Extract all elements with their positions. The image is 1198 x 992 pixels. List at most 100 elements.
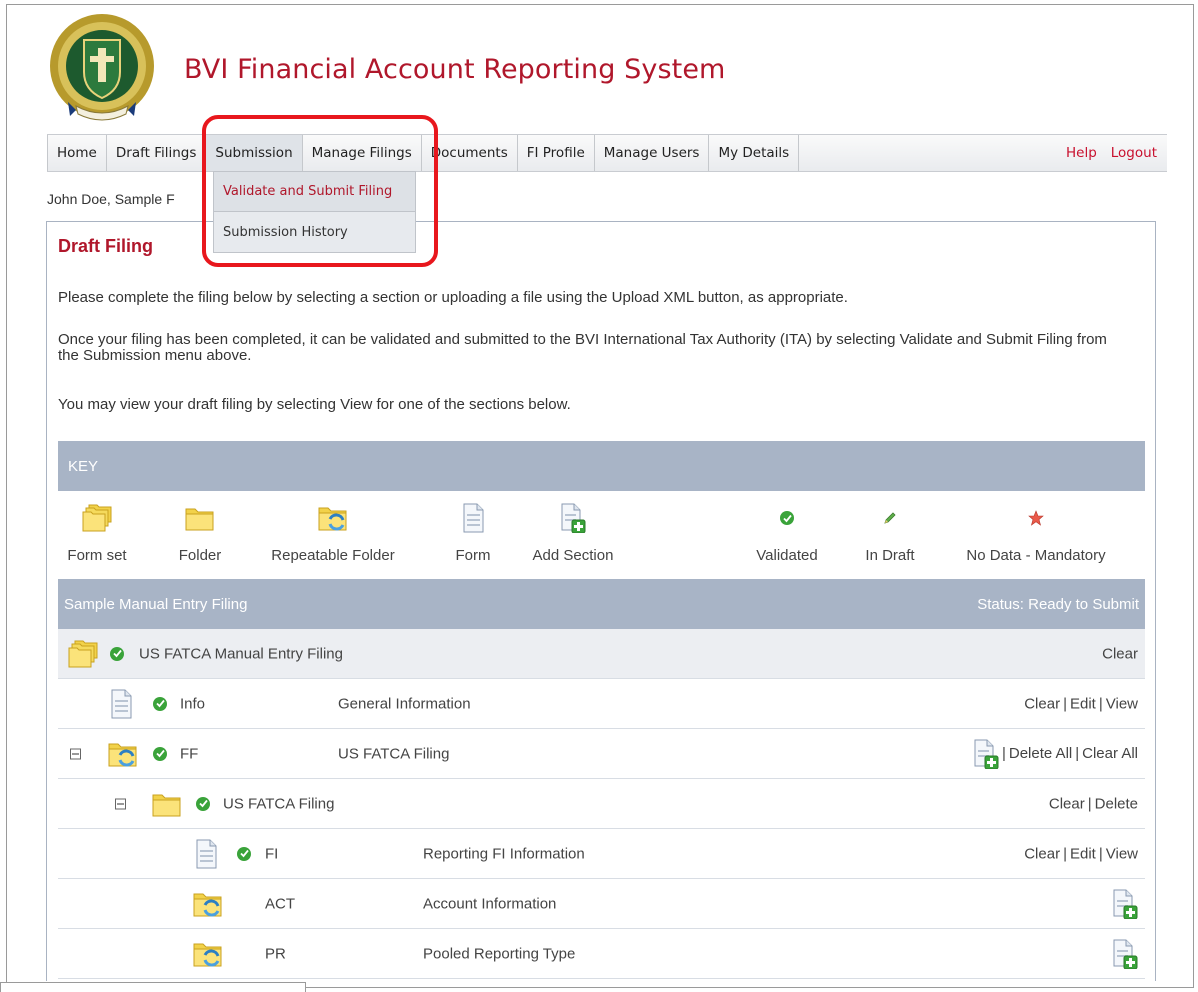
form-icon (109, 689, 133, 719)
tree-node-code[interactable]: Info (180, 695, 205, 712)
add-section-icon[interactable] (1112, 939, 1138, 969)
menu-submission-history[interactable]: Submission History (214, 212, 415, 252)
tree-row: ACT Account Information (58, 879, 1145, 929)
separator: | (1087, 795, 1092, 812)
tree-node-code[interactable]: PR (265, 945, 286, 962)
nav-submission[interactable]: Submission (206, 135, 303, 171)
submission-dropdown: Validate and Submit Filing Submission Hi… (213, 171, 416, 253)
folder-icon (150, 789, 184, 819)
tree-node-description: Pooled Reporting Type (423, 945, 576, 962)
help-link[interactable]: Help (1066, 145, 1097, 161)
separator: | (1098, 695, 1103, 712)
nav-documents[interactable]: Documents (422, 135, 518, 171)
separator: | (1075, 745, 1080, 762)
repeatable-folder-icon (316, 503, 350, 533)
add-section-icon[interactable] (973, 739, 999, 769)
view-link[interactable]: View (1106, 695, 1138, 712)
main-nav: Home Draft Filings Submission Manage Fil… (47, 134, 1167, 172)
tree-row: US FATCA Filing Clear | Delete (58, 779, 1145, 829)
clear-all-link[interactable]: Clear All (1082, 745, 1138, 762)
view-link[interactable]: View (1106, 845, 1138, 862)
key-label: Repeatable Folder (271, 547, 395, 564)
key-header: KEY (58, 441, 1145, 491)
tree-node-code[interactable]: ACT (265, 895, 295, 912)
key-legend: Form set Folder Repeatable Folder Form A… (58, 491, 1145, 579)
logout-link[interactable]: Logout (1111, 145, 1157, 161)
row-actions: Clear (1102, 645, 1138, 662)
clear-link[interactable]: Clear (1049, 795, 1085, 812)
key-add-section: Add Section (518, 491, 628, 579)
filing-status: Status: Ready to Submit (977, 595, 1139, 613)
tree-node-code[interactable]: FF (180, 745, 198, 762)
user-greeting: John Doe, Sample F (47, 191, 175, 207)
nav-draft-filings[interactable]: Draft Filings (107, 135, 207, 171)
nav-right-links: Help Logout (1066, 135, 1167, 171)
clear-link[interactable]: Clear (1024, 845, 1060, 862)
folder-icon (183, 503, 217, 533)
clear-link[interactable]: Clear (1102, 645, 1138, 662)
instruction-text-2: Once your filing has been completed, it … (58, 331, 1107, 364)
form-icon (194, 839, 218, 869)
tree-node-label[interactable]: US FATCA Manual Entry Filing (139, 645, 343, 662)
clear-link[interactable]: Clear (1024, 695, 1060, 712)
nav-manage-filings[interactable]: Manage Filings (303, 135, 422, 171)
separator: | (1001, 745, 1006, 762)
collapse-icon[interactable] (115, 798, 126, 809)
row-actions (1112, 939, 1138, 969)
repeatable-folder-icon (106, 739, 140, 769)
nav-fi-profile[interactable]: FI Profile (518, 135, 595, 171)
tree-node-label[interactable]: US FATCA Filing (223, 795, 334, 812)
key-label: No Data - Mandatory (966, 547, 1106, 564)
nav-manage-users[interactable]: Manage Users (595, 135, 710, 171)
delete-link[interactable]: Delete (1095, 795, 1138, 812)
filing-grid: KEY Form set Folder Repeatable Folder Fo… (58, 441, 1145, 979)
tree-row: FF US FATCA Filing | Delete All | Clear … (58, 729, 1145, 779)
separator: | (1063, 845, 1067, 862)
tree-row: PR Pooled Reporting Type (58, 929, 1145, 979)
validated-check-icon (110, 646, 124, 661)
delete-all-link[interactable]: Delete All (1009, 745, 1072, 762)
edit-link[interactable]: Edit (1070, 845, 1096, 862)
tree-row: US FATCA Manual Entry Filing Clear (58, 629, 1145, 679)
row-actions: Clear | Delete (1049, 795, 1138, 812)
form-icon (461, 503, 485, 533)
key-form-set: Form set (62, 491, 132, 579)
app-title: BVI Financial Account Reporting System (184, 54, 726, 85)
row-actions: | Delete All | Clear All (973, 739, 1138, 769)
nav-home[interactable]: Home (47, 135, 107, 171)
row-actions (1112, 889, 1138, 919)
form-set-icon (66, 639, 100, 669)
mandatory-star-icon (1028, 510, 1044, 526)
validated-check-icon (153, 746, 167, 761)
key-in-draft: In Draft (850, 491, 930, 579)
validated-check-icon (153, 696, 167, 711)
pencil-icon (884, 512, 896, 524)
add-section-icon (560, 503, 586, 533)
repeatable-folder-icon (191, 889, 225, 919)
menu-validate-submit-filing[interactable]: Validate and Submit Filing (214, 172, 415, 212)
tree-row: Info General Information Clear | Edit | … (58, 679, 1145, 729)
tree-node-code[interactable]: FI (265, 845, 278, 862)
key-no-data-mandatory: No Data - Mandatory (946, 491, 1126, 579)
add-section-icon[interactable] (1112, 889, 1138, 919)
key-label: Folder (178, 547, 222, 564)
tree-node-description: US FATCA Filing (338, 745, 450, 762)
status-bar-tab (0, 982, 306, 992)
bvi-crest-logo (50, 14, 154, 121)
tree-node-description: Account Information (423, 895, 557, 912)
key-label: Form (455, 547, 491, 564)
key-folder: Folder (170, 491, 230, 579)
repeatable-folder-icon (191, 939, 225, 969)
form-set-icon (80, 503, 114, 533)
separator: | (1063, 695, 1067, 712)
collapse-icon[interactable] (70, 748, 81, 759)
key-label: Form set (67, 547, 127, 564)
tree-node-description: Reporting FI Information (423, 845, 585, 862)
nav-my-details[interactable]: My Details (709, 135, 800, 171)
edit-link[interactable]: Edit (1070, 695, 1096, 712)
instruction-text-1: Please complete the filing below by sele… (58, 289, 848, 306)
key-label: Validated (756, 547, 818, 564)
instruction-text-3: You may view your draft filing by select… (58, 396, 571, 413)
key-label: Add Section (532, 547, 614, 564)
tree-row: FI Reporting FI Information Clear | Edit… (58, 829, 1145, 879)
